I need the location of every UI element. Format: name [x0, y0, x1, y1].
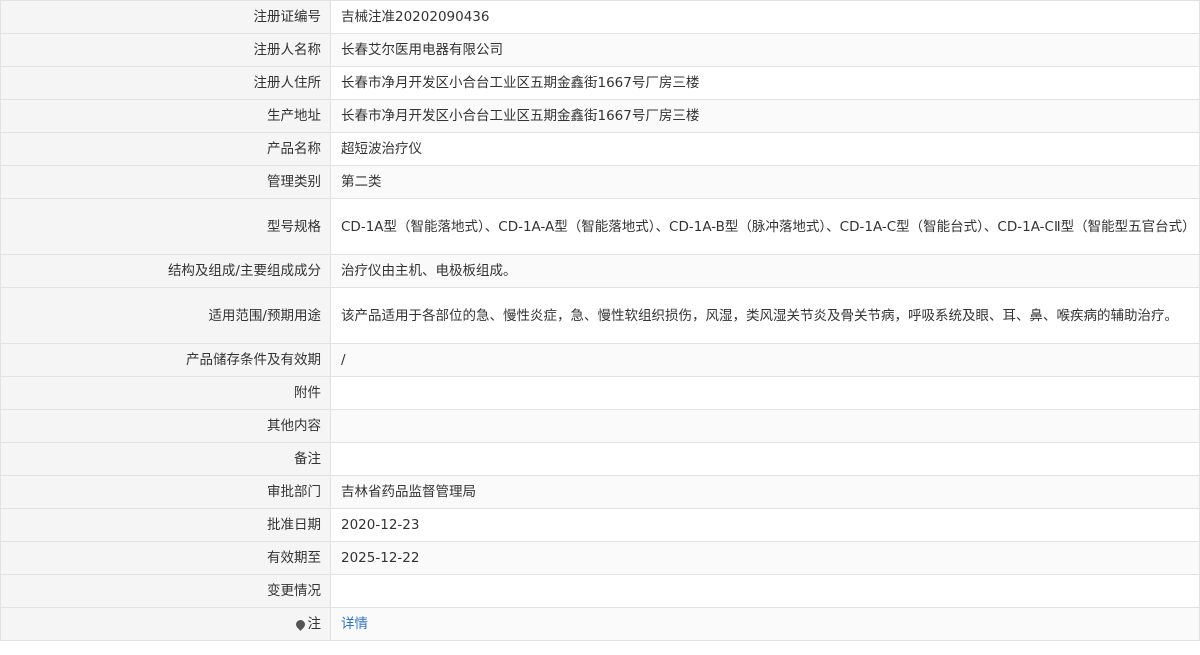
row-value: 2020-12-23: [330, 508, 1200, 542]
row-label: 备注: [0, 442, 331, 476]
row-label: 注册人住所: [0, 66, 331, 100]
table-row-registrant-name: 注册人名称 长春艾尔医用电器有限公司: [0, 33, 1200, 67]
registration-detail-panel: 注册证编号 吉械注准20202090436 注册人名称 长春艾尔医用电器有限公司…: [0, 0, 1200, 655]
table-row-note: 注 详情: [0, 607, 1200, 641]
row-label: 产品储存条件及有效期: [0, 343, 331, 377]
row-label: 结构及组成/主要组成成分: [0, 254, 331, 288]
row-value: [330, 442, 1200, 476]
table-row-approval-date: 批准日期 2020-12-23: [0, 508, 1200, 542]
table-row-valid-until: 有效期至 2025-12-22: [0, 541, 1200, 575]
row-label: 审批部门: [0, 475, 331, 509]
note-label: 注: [307, 616, 322, 632]
row-value: [330, 574, 1200, 608]
registration-table: 注册证编号 吉械注准20202090436 注册人名称 长春艾尔医用电器有限公司…: [0, 0, 1200, 641]
table-row-structure-composition: 结构及组成/主要组成成分 治疗仪由主机、电极板组成。: [0, 254, 1200, 288]
row-value: 吉林省药品监督管理局: [330, 475, 1200, 509]
note-value-cell: 详情: [330, 607, 1200, 641]
row-label: 产品名称: [0, 132, 331, 166]
row-value: 第二类: [330, 165, 1200, 199]
row-label: 有效期至: [0, 541, 331, 575]
row-value: 2025-12-22: [330, 541, 1200, 575]
row-value: 长春艾尔医用电器有限公司: [330, 33, 1200, 67]
row-label: 附件: [0, 376, 331, 410]
table-row-product-name: 产品名称 超短波治疗仪: [0, 132, 1200, 166]
row-value: 吉械注准20202090436: [330, 0, 1200, 34]
table-row-attachments: 附件: [0, 376, 1200, 410]
location-pin-icon: [293, 618, 307, 631]
row-label: 其他内容: [0, 409, 331, 443]
table-row-storage-validity: 产品储存条件及有效期 /: [0, 343, 1200, 377]
row-value: 该产品适用于各部位的急、慢性炎症，急、慢性软组织损伤，风湿，类风湿关节炎及骨关节…: [330, 287, 1200, 344]
row-label: 型号规格: [0, 198, 331, 255]
row-value: CD-1A型（智能落地式）、CD-1A-A型（智能落地式）、CD-1A-B型（脉…: [330, 198, 1200, 255]
row-value: 治疗仪由主机、电极板组成。: [330, 254, 1200, 288]
table-row-registrant-address: 注册人住所 长春市净月开发区小合台工业区五期金鑫街1667号厂房三楼: [0, 66, 1200, 100]
table-row-production-address: 生产地址 长春市净月开发区小合台工业区五期金鑫街1667号厂房三楼: [0, 99, 1200, 133]
table-row-remarks: 备注: [0, 442, 1200, 476]
table-row-model-spec: 型号规格 CD-1A型（智能落地式）、CD-1A-A型（智能落地式）、CD-1A…: [0, 198, 1200, 255]
row-value: [330, 376, 1200, 410]
row-label: 适用范围/预期用途: [0, 287, 331, 344]
row-value: 超短波治疗仪: [330, 132, 1200, 166]
row-value: /: [330, 343, 1200, 377]
table-row-other-content: 其他内容: [0, 409, 1200, 443]
table-row-management-category: 管理类别 第二类: [0, 165, 1200, 199]
details-link[interactable]: 详情: [341, 616, 368, 632]
table-row-registration-number: 注册证编号 吉械注准20202090436: [0, 0, 1200, 34]
row-value: [330, 409, 1200, 443]
note-label-cell: 注: [0, 607, 331, 641]
row-label: 注册人名称: [0, 33, 331, 67]
row-label: 变更情况: [0, 574, 331, 608]
row-value: 长春市净月开发区小合台工业区五期金鑫街1667号厂房三楼: [330, 99, 1200, 133]
table-row-intended-use: 适用范围/预期用途 该产品适用于各部位的急、慢性炎症，急、慢性软组织损伤，风湿，…: [0, 287, 1200, 344]
row-label: 管理类别: [0, 165, 331, 199]
row-label: 批准日期: [0, 508, 331, 542]
row-label: 生产地址: [0, 99, 331, 133]
table-row-approval-authority: 审批部门 吉林省药品监督管理局: [0, 475, 1200, 509]
row-value: 长春市净月开发区小合台工业区五期金鑫街1667号厂房三楼: [330, 66, 1200, 100]
table-row-change-history: 变更情况: [0, 574, 1200, 608]
row-label: 注册证编号: [0, 0, 331, 34]
